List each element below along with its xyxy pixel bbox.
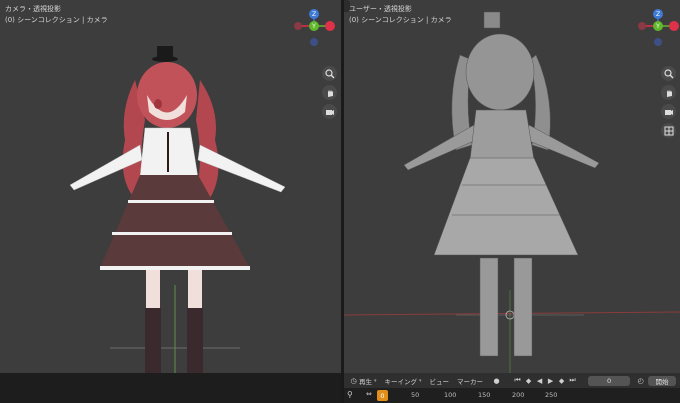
zoom-icon[interactable] bbox=[322, 66, 337, 81]
camera-icon[interactable] bbox=[661, 104, 676, 119]
x-axis-handle bbox=[325, 21, 335, 31]
zoom-icon[interactable] bbox=[661, 66, 676, 81]
eye bbox=[154, 99, 162, 109]
jump-end-icon[interactable]: ⏭ bbox=[567, 375, 578, 386]
right-stocking bbox=[187, 308, 203, 373]
x-axis-handle bbox=[669, 21, 679, 31]
timeline-ruler[interactable]: ⚲ ⇔ 0 50 100 150 200 250 bbox=[344, 388, 680, 403]
record-icon[interactable]: ● bbox=[491, 375, 502, 386]
hand-icon[interactable] bbox=[322, 85, 337, 100]
neg-x-handle bbox=[638, 22, 646, 30]
z-axis-label: Z bbox=[312, 11, 316, 18]
ruler-label: 150 bbox=[478, 391, 491, 399]
skirt bbox=[100, 175, 250, 268]
shaded-character-render bbox=[69, 46, 286, 373]
start-frame-field[interactable]: 開始 bbox=[648, 375, 677, 386]
hand-icon[interactable] bbox=[661, 85, 676, 100]
navigation-tools bbox=[322, 66, 338, 123]
user-viewport[interactable]: ユーザー・透視投影 (0) シーンコレクション | カメラ Z Y bbox=[344, 0, 680, 373]
menu-view[interactable]: ビュー bbox=[430, 376, 450, 386]
camera-icon[interactable] bbox=[322, 104, 337, 119]
skirt-mesh bbox=[433, 157, 579, 256]
ruler-label: 200 bbox=[512, 391, 525, 399]
navigation-gizmo[interactable]: Z Y bbox=[292, 8, 336, 52]
torso-mesh bbox=[469, 109, 535, 161]
navigation-tools bbox=[661, 66, 677, 142]
top-hat-mesh bbox=[483, 11, 501, 29]
neg-x-handle bbox=[294, 22, 302, 30]
head-mesh bbox=[465, 33, 535, 111]
play-icon[interactable]: ▶ bbox=[545, 375, 556, 386]
grid-icon[interactable] bbox=[661, 123, 676, 138]
next-keyframe-icon[interactable]: ◆ bbox=[556, 375, 567, 386]
prev-keyframe-icon[interactable]: ◆ bbox=[523, 375, 534, 386]
navigation-gizmo[interactable]: Z Y bbox=[636, 8, 680, 52]
left-leg bbox=[146, 270, 160, 310]
play-reverse-icon[interactable]: ◀ bbox=[534, 375, 545, 386]
current-frame-field[interactable]: 0 bbox=[588, 375, 631, 386]
camera-viewport[interactable]: カメラ・透視投影 (0) シーンコレクション | カメラ Z Y bbox=[0, 0, 341, 373]
right-leg bbox=[188, 270, 202, 310]
left-stocking bbox=[145, 308, 161, 373]
editor-type-clock-icon[interactable]: ◷ bbox=[348, 375, 359, 386]
ruler-label: 100 bbox=[444, 391, 457, 399]
neg-z-handle bbox=[654, 38, 662, 46]
timeline-editor: ◷ 再生 ▾ キーイング ▾ ビュー マーカー ● ⏮ ◆ ◀ ▶ ◆ ⏭ 0 ◴ … bbox=[344, 373, 680, 403]
ruler-label: 50 bbox=[411, 391, 420, 399]
range-icon[interactable]: ⇔ bbox=[366, 390, 372, 398]
timeline-header: ◷ 再生 ▾ キーイング ▾ ビュー マーカー ● ⏮ ◆ ◀ ▶ ◆ ⏭ 0 ◴ … bbox=[344, 373, 680, 388]
menu-keying[interactable]: キーイング ▾ bbox=[385, 376, 422, 386]
jump-start-icon[interactable]: ⏮ bbox=[512, 375, 523, 386]
clock-icon[interactable]: ◴ bbox=[635, 375, 646, 386]
ruler-label: 250 bbox=[545, 391, 558, 399]
z-axis-label: Z bbox=[656, 11, 660, 18]
region-toggle-handle[interactable] bbox=[344, 0, 350, 12]
wireframe-character-render bbox=[344, 11, 680, 373]
menu-playback[interactable]: 再生 ▾ bbox=[359, 376, 377, 386]
current-frame-marker[interactable]: 0 bbox=[377, 390, 388, 401]
search-icon[interactable]: ⚲ bbox=[347, 390, 353, 399]
y-axis-label: Y bbox=[655, 23, 660, 30]
neg-z-handle bbox=[310, 38, 318, 46]
y-axis-label: Y bbox=[311, 23, 316, 30]
right-leg-mesh bbox=[513, 257, 533, 357]
left-leg-mesh bbox=[479, 257, 499, 357]
menu-marker[interactable]: マーカー bbox=[457, 376, 483, 386]
